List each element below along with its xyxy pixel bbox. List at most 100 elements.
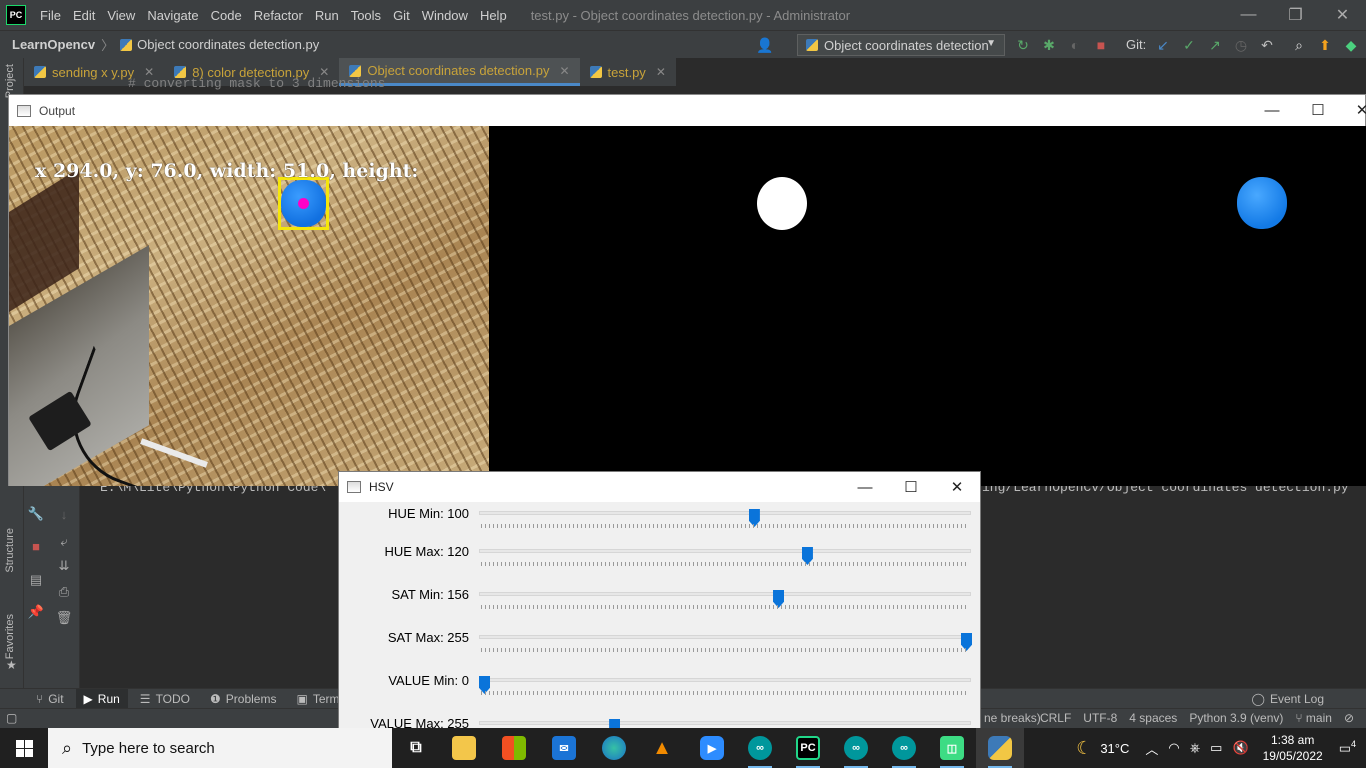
trackbar-track[interactable] (479, 719, 971, 730)
event-log-button[interactable]: ◯ Event Log (1252, 689, 1324, 709)
tool-window-git[interactable]: ⑂ Git (28, 689, 72, 709)
trackbar-row: HUE Max: 120 (339, 544, 980, 574)
mail-icon[interactable]: ✉ (540, 728, 588, 768)
menu-code[interactable]: Code (205, 8, 248, 23)
coverage-icon[interactable]: ◐ (1066, 36, 1084, 54)
chevron-up-icon[interactable]: ︿ (1145, 739, 1158, 758)
minimize-icon[interactable]: — (842, 472, 888, 502)
ide-title-bar: PC File Edit View Navigate Code Refactor… (0, 0, 1366, 30)
event-log-label: Event Log (1269, 692, 1324, 706)
trackbar-track[interactable] (479, 509, 971, 527)
menu-edit[interactable]: Edit (67, 8, 101, 23)
menu-refactor[interactable]: Refactor (248, 8, 309, 23)
tool-window-label: Problems (225, 691, 277, 706)
print-icon[interactable]: ⎙ (54, 582, 74, 602)
arduino-icon[interactable]: ∞ (880, 728, 928, 768)
wifi-icon[interactable]: ◠ (1168, 740, 1179, 756)
arduino-icon[interactable]: ∞ (736, 728, 784, 768)
stop-icon[interactable]: ■ (1092, 36, 1110, 54)
file-explorer-icon[interactable] (440, 728, 488, 768)
tool-window-todo[interactable]: ☰ TODO (132, 689, 198, 709)
git-update-icon[interactable]: ↙ (1154, 36, 1172, 54)
lock-icon[interactable]: ⊘ (1344, 711, 1354, 725)
favorites-tool-label[interactable]: Favorites (4, 614, 16, 659)
wrench-icon[interactable]: 🔧 (26, 504, 46, 524)
menu-help[interactable]: Help (474, 8, 513, 23)
restore-icon[interactable]: ❐ (1272, 0, 1319, 30)
git-commit-icon[interactable]: ✓ (1180, 36, 1198, 54)
trackbar-row: VALUE Min: 0 (339, 673, 980, 703)
trash-icon[interactable]: 🗑 (54, 608, 74, 628)
layout-toggle-icon[interactable]: ▢ (6, 711, 17, 725)
minimize-icon[interactable]: — (1225, 0, 1272, 30)
rerun-icon[interactable]: ↻ (1014, 36, 1032, 54)
maximize-icon[interactable]: ☐ (888, 472, 934, 502)
pycharm-taskbar-icon[interactable]: PC (784, 728, 832, 768)
user-icon[interactable]: 👤 (756, 36, 774, 54)
menu-window[interactable]: Window (416, 8, 474, 23)
close-icon[interactable]: ✕ (1339, 95, 1366, 125)
status-indent[interactable]: 4 spaces (1129, 711, 1177, 725)
menu-navigate[interactable]: Navigate (141, 8, 204, 23)
menu-file[interactable]: File (34, 8, 67, 23)
meet-now-icon[interactable]: ⎈ (1190, 740, 1200, 756)
zoom-icon[interactable]: ▶ (688, 728, 736, 768)
start-button[interactable] (0, 728, 48, 768)
trackbar-track[interactable] (479, 633, 972, 651)
microsoft-store-icon[interactable] (490, 728, 538, 768)
git-history-icon[interactable]: ◷ (1232, 36, 1250, 54)
arduino-icon[interactable]: ∞ (832, 728, 880, 768)
run-configuration-select[interactable]: Object coordinates detection ▼ (797, 34, 1005, 56)
system-tray: ☾ 31°C ︿ ◠ ⎈ ▭ 🔇 1:38 am 19/05/2022 ▭4 (1076, 728, 1366, 768)
close-tab-icon[interactable]: ✕ (559, 64, 569, 78)
breadcrumb-project[interactable]: LearnOpencv (12, 37, 95, 52)
battery-icon[interactable]: ▭ (1210, 740, 1222, 756)
structure-tool-label[interactable]: Structure (4, 528, 16, 573)
android-studio-icon[interactable]: ◫ (928, 728, 976, 768)
tab-test[interactable]: test.py ✕ (580, 58, 676, 86)
clock[interactable]: 1:38 am 19/05/2022 (1263, 732, 1323, 764)
close-icon[interactable]: ✕ (934, 472, 980, 502)
menu-git[interactable]: Git (387, 8, 416, 23)
tool-window-run[interactable]: ▶ Run (75, 688, 128, 709)
star-icon[interactable]: ★ (6, 658, 17, 672)
menu-tools[interactable]: Tools (345, 8, 387, 23)
task-view-icon[interactable]: ⧉ (392, 728, 440, 768)
notifications-icon[interactable]: ▭4 (1339, 739, 1356, 756)
vlc-icon[interactable]: ▲ (638, 728, 686, 768)
layout-icon[interactable]: ▤ (26, 570, 46, 590)
taskbar-search[interactable]: ⌕ Type here to search (48, 728, 392, 768)
scroll-to-end-icon[interactable]: ⇊ (54, 556, 74, 576)
volume-muted-icon[interactable]: 🔇 (1232, 740, 1248, 756)
weather-icon[interactable]: ☾ (1076, 738, 1092, 759)
edge-browser-icon[interactable] (590, 728, 638, 768)
minimize-icon[interactable]: — (1249, 95, 1295, 125)
close-tab-icon[interactable]: ✕ (656, 65, 666, 79)
weather-temperature[interactable]: 31°C (1100, 741, 1129, 756)
trackbar-row: HUE Min: 100 (339, 506, 980, 536)
python-taskbar-icon[interactable] (976, 728, 1024, 768)
pin-icon[interactable]: 📌 (26, 602, 46, 622)
trackbar-track[interactable] (479, 590, 971, 608)
arrow-down-icon[interactable]: ↓ (54, 504, 74, 524)
trackbar-track[interactable] (479, 547, 971, 565)
trackbar-track[interactable] (479, 676, 971, 694)
soft-wrap-icon[interactable]: ⤶ (54, 532, 74, 552)
stop-run-icon[interactable]: ■ (26, 536, 46, 556)
status-encoding[interactable]: UTF-8 (1083, 711, 1117, 725)
close-icon[interactable]: ✕ (1319, 0, 1366, 30)
tool-window-problems[interactable]: ❶ Problems (202, 689, 284, 709)
pycharm-ide-icon[interactable]: ◆ (1342, 36, 1360, 54)
status-interpreter[interactable]: Python 3.9 (venv) (1189, 711, 1283, 725)
search-icon[interactable]: ⌕ (1290, 36, 1308, 54)
menu-view[interactable]: View (101, 8, 141, 23)
maximize-icon[interactable]: ☐ (1295, 95, 1341, 125)
rollback-icon[interactable]: ↶ (1258, 36, 1276, 54)
debug-icon[interactable]: ✱ (1040, 36, 1058, 54)
updates-icon[interactable]: ⬆ (1316, 36, 1334, 54)
breadcrumb-file[interactable]: Object coordinates detection.py (120, 37, 319, 52)
status-branch[interactable]: ⑂ main (1295, 711, 1332, 725)
status-line-separator[interactable]: CRLF (1040, 711, 1071, 725)
menu-run[interactable]: Run (309, 8, 345, 23)
git-push-icon[interactable]: ↗ (1206, 36, 1224, 54)
